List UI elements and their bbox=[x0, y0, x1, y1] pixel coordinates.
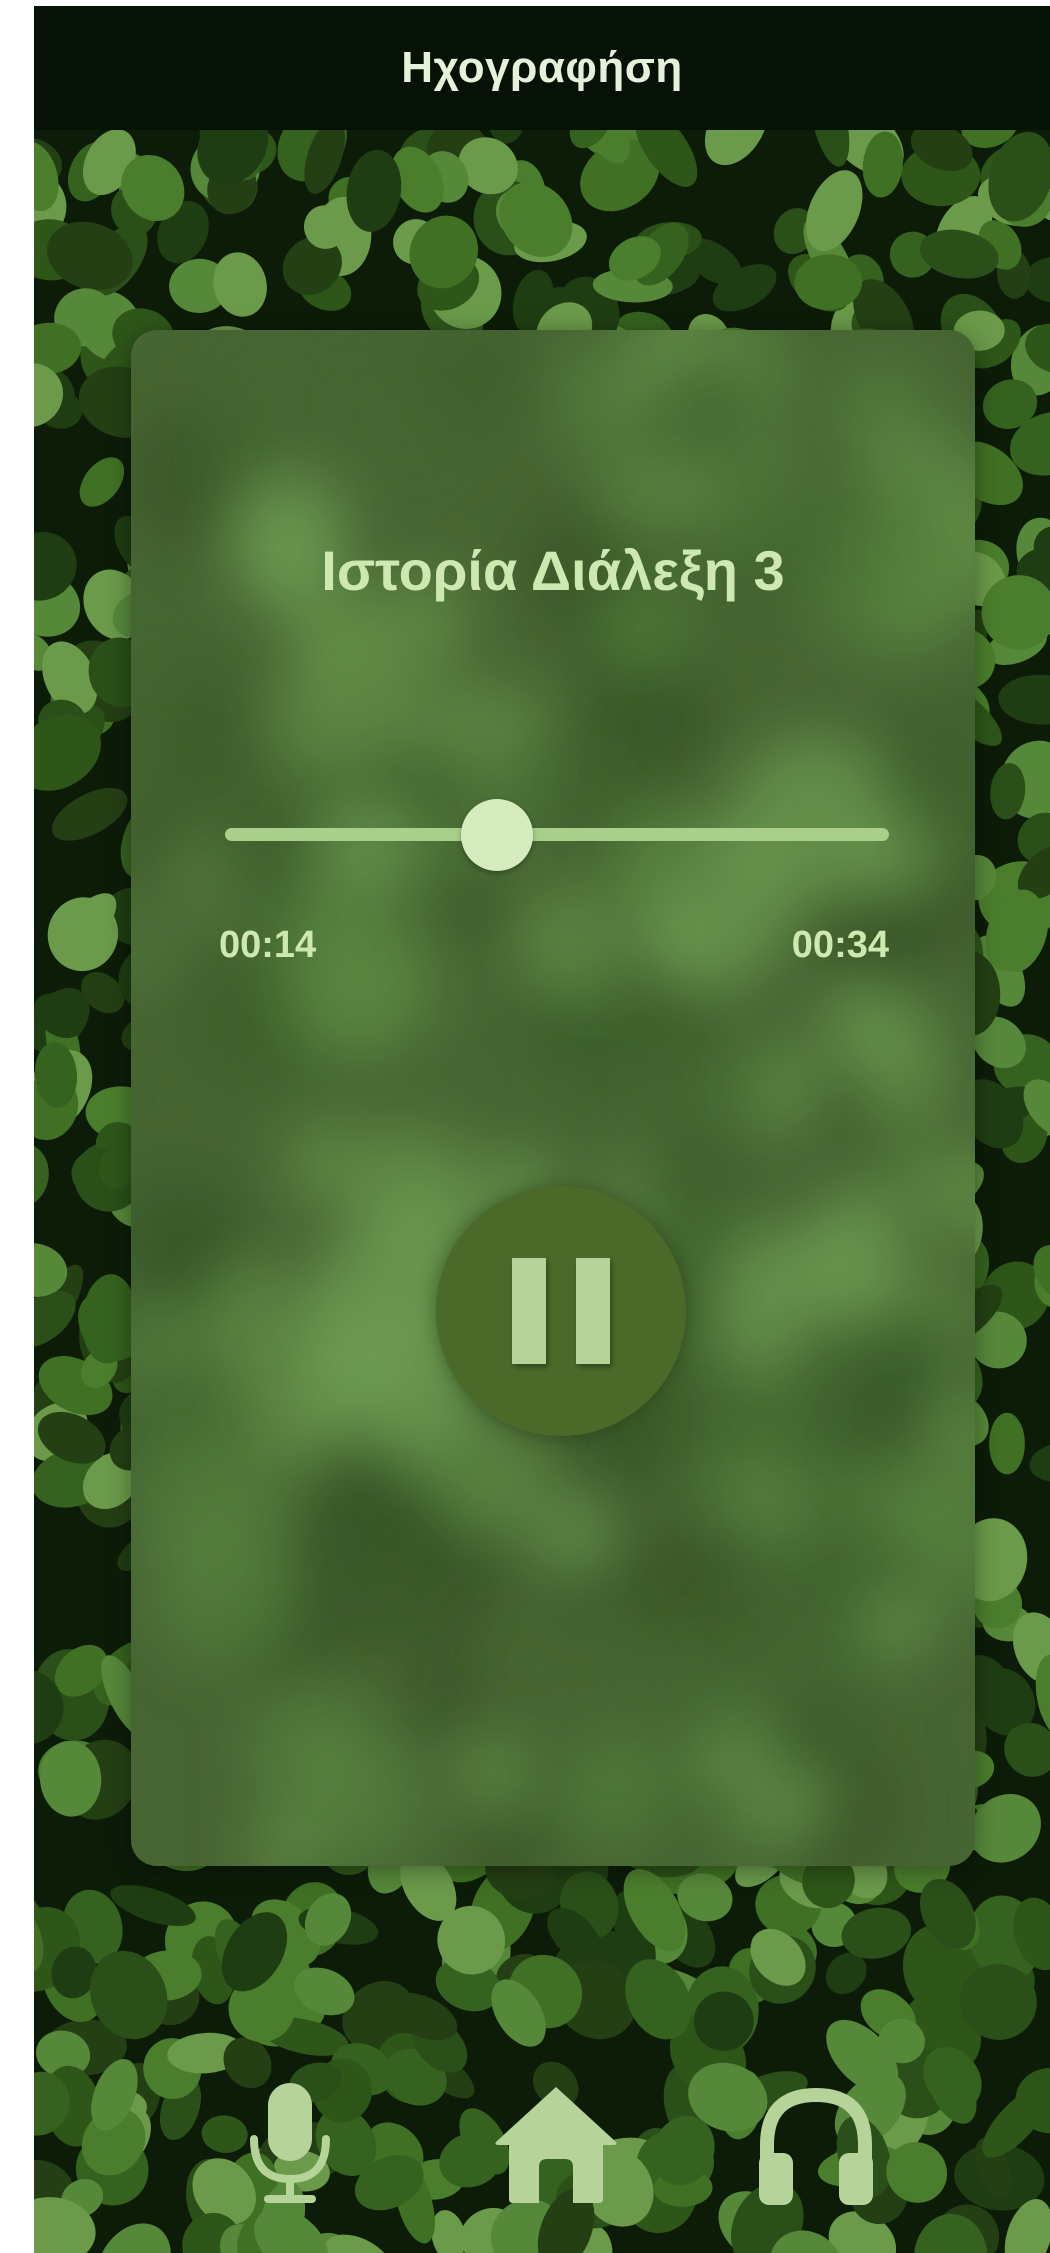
microphone-icon bbox=[250, 2083, 330, 2203]
nav-record-button[interactable] bbox=[220, 2064, 360, 2224]
track-title: Ιστορία Διάλεξη 3 bbox=[321, 539, 785, 602]
total-time: 00:34 bbox=[791, 924, 889, 966]
seek-bar[interactable] bbox=[225, 828, 889, 841]
home-icon bbox=[495, 2087, 617, 2203]
seek-thumb[interactable] bbox=[461, 799, 534, 871]
current-time: 00:14 bbox=[219, 924, 317, 966]
pause-icon bbox=[512, 1258, 610, 1364]
headphones-icon bbox=[759, 2087, 873, 2205]
phone-screen: Ηχογραφήση Ιστορία Διάλεξη 3 00:14 00:34 bbox=[34, 6, 1050, 2253]
bottom-nav bbox=[34, 2064, 1050, 2224]
player-card: Ιστορία Διάλεξη 3 00:14 00:34 bbox=[131, 330, 975, 1866]
pause-button[interactable] bbox=[436, 1186, 686, 1436]
page-title: Ηχογραφήση bbox=[401, 43, 683, 92]
nav-listen-button[interactable] bbox=[746, 2064, 886, 2224]
app-header: Ηχογραφήση bbox=[34, 6, 1050, 130]
nav-home-button[interactable] bbox=[486, 2064, 626, 2224]
